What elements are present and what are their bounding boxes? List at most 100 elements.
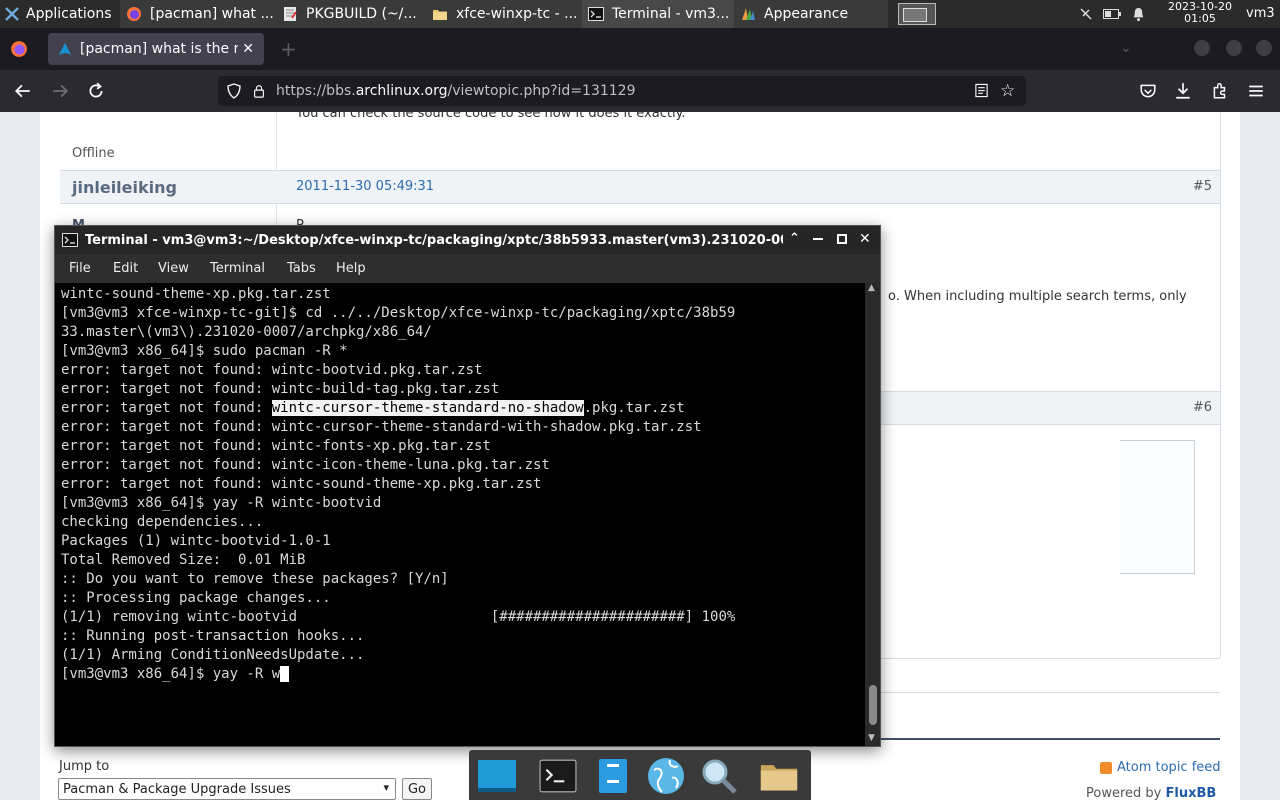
extensions-icon[interactable] [1209,80,1231,102]
terminal-output[interactable]: wintc-sound-theme-xp.pkg.tar.zst [vm3@vm3… [55,283,865,746]
powered-by: Powered by FluxBB [1086,786,1216,800]
terminal-icon [588,6,604,22]
terminal-line: error: target not found: wintc-icon-them… [61,457,550,473]
close-window-icon[interactable] [1256,40,1272,56]
workspace-1[interactable] [898,3,936,25]
downloads-icon[interactable] [1172,80,1194,102]
terminal-line: (1/1) Arming ConditionNeedsUpdate... [61,647,365,663]
post-author[interactable]: jinleileiking [72,178,177,197]
workspace-switcher[interactable] [896,0,938,28]
applications-menu-button[interactable]: Applications ⋮ [0,0,118,28]
rss-icon [1100,761,1112,774]
jump-to-selected-value: Pacman & Package Upgrade Issues [63,782,291,797]
hamburger-menu-icon[interactable] [1245,80,1267,102]
terminal-line: error: target not found: wintc-fonts-xp.… [61,438,491,454]
taskbar-label: PKGBUILD (~/... [306,6,417,22]
dock-show-desktop[interactable] [477,756,517,796]
terminal-icon [61,232,79,248]
scroll-down-icon[interactable]: ▼ [868,733,875,743]
dock-search[interactable] [699,756,739,796]
terminal-scrollbar[interactable]: ▲ ▼ [865,283,880,746]
terminal-line: [vm3@vm3 xfce-winxp-tc-git]$ cd ../../De… [61,305,736,321]
maximize-window-icon[interactable] [837,234,847,244]
back-icon[interactable] [12,80,34,102]
taskbar-label: Appearance [764,6,849,22]
terminal-menubar: File Edit View Terminal Tabs Help [55,254,880,283]
panel-username[interactable]: vm3 [1246,6,1275,21]
selected-text[interactable]: wintc-cursor-theme-standard-no-shadow [271,400,584,416]
list-tabs-icon[interactable]: ⌄ [1120,40,1132,56]
notification-bell-icon[interactable] [1128,0,1148,28]
minimize-icon[interactable] [1194,40,1210,56]
taskbar-item-terminal[interactable]: Terminal - vm3... [582,0,734,28]
dock-terminal[interactable] [538,756,578,796]
terminal-titlebar[interactable]: Terminal - vm3@vm3:~/Desktop/xfce-winxp-… [55,226,880,254]
menu-terminal[interactable]: Terminal [210,261,265,276]
menu-tabs[interactable]: Tabs [287,261,316,276]
maximize-icon[interactable] [1226,40,1242,56]
lock-icon[interactable] [252,83,266,99]
bookmark-star-icon[interactable]: ☆ [1000,81,1015,101]
go-button[interactable]: Go [402,778,432,800]
menu-file[interactable]: File [69,261,91,276]
menu-edit[interactable]: Edit [113,261,138,276]
file-manager-icon [599,759,627,793]
code-box-edge [1120,440,1195,574]
taskbar-item-appearance[interactable]: Appearance [734,0,888,28]
minimize-window-icon[interactable] [813,238,823,240]
taskbar-label: [pacman] what ... [150,6,274,22]
post-date-link[interactable]: 2011-11-30 05:49:31 [296,179,434,194]
url-text[interactable]: https://bbs.archlinux.org/viewtopic.php?… [276,83,636,99]
url-domain: archlinux.org [355,83,448,99]
appearance-icon [740,6,756,22]
terminal-line: error: target not found: wintc-build-tag… [61,381,500,397]
dock-file-manager[interactable] [593,756,633,796]
tracking-protection-shield-icon[interactable] [226,83,242,99]
taskbar-item-file-manager[interactable]: xfce-winxp-tc - ... [426,0,582,28]
next-post-number[interactable]: #6 [1193,400,1212,415]
close-window-icon[interactable]: ✕ [859,231,871,247]
close-tab-icon[interactable]: ✕ [242,41,254,57]
menu-view[interactable]: View [158,261,189,276]
new-tab-icon[interactable]: + [280,37,297,61]
offline-status: Offline [72,146,115,161]
folder-icon [760,765,798,791]
reload-icon[interactable] [85,80,107,102]
terminal-window[interactable]: Terminal - vm3@vm3:~/Desktop/xfce-winxp-… [54,225,881,747]
url-bar[interactable]: https://bbs.archlinux.org/viewtopic.php?… [218,76,1026,106]
taskbar-label: Terminal - vm3... [612,6,730,22]
forward-icon[interactable] [49,80,71,102]
menu-help[interactable]: Help [336,261,366,276]
browser-tab-active[interactable]: [pacman] what is the re ✕ [48,33,264,65]
fluxbb-link[interactable]: FluxBB [1166,786,1217,800]
applications-label: Applications [26,6,112,22]
shade-up-icon[interactable]: ⌃ [789,231,800,246]
dock-web-browser[interactable] [646,756,686,796]
reader-view-icon[interactable] [974,83,989,98]
scroll-up-icon[interactable]: ▲ [868,283,875,293]
panel-clock[interactable]: 2023-10-20 01:05 [1160,1,1240,25]
pocket-icon[interactable] [1137,80,1159,102]
desktop-icon [478,760,516,792]
terminal-line: error: target not found: wintc-cursor-th… [61,419,702,435]
content-border [1220,112,1221,658]
xfce-top-panel: Applications ⋮ [pacman] what ... PKGBUIL… [0,0,1280,28]
network-disconnected-icon[interactable] [1076,0,1096,28]
post-body-text: o. When including multiple search terms,… [888,289,1187,304]
folder-icon [432,6,448,22]
bottom-dock [469,750,811,800]
jump-to-select[interactable]: Pacman & Package Upgrade Issues ▾ [58,778,396,800]
taskbar-item-firefox[interactable]: [pacman] what ... [120,0,276,28]
scrollbar-thumb[interactable] [869,685,877,725]
dock-home-folder[interactable] [759,756,799,796]
taskbar-label: xfce-winxp-tc - ... [456,6,578,22]
terminal-line: [vm3@vm3 x86_64]$ yay -R wintc-bootvid [61,495,382,511]
terminal-prompt-line[interactable]: [vm3@vm3 x86_64]$ yay -R w [61,665,865,684]
terminal-line-prefix: error: target not found: [61,400,272,416]
atom-feed-link[interactable]: Atom topic feed [1100,760,1221,775]
battery-icon[interactable] [1102,0,1122,28]
taskbar-item-pkgbuild[interactable]: PKGBUILD (~/... [276,0,426,28]
firefox-view-icon[interactable] [10,40,28,62]
terminal-line: 33.master\(vm3\).231020-0007/archpkg/x86… [61,324,432,340]
post-number[interactable]: #5 [1193,179,1212,194]
